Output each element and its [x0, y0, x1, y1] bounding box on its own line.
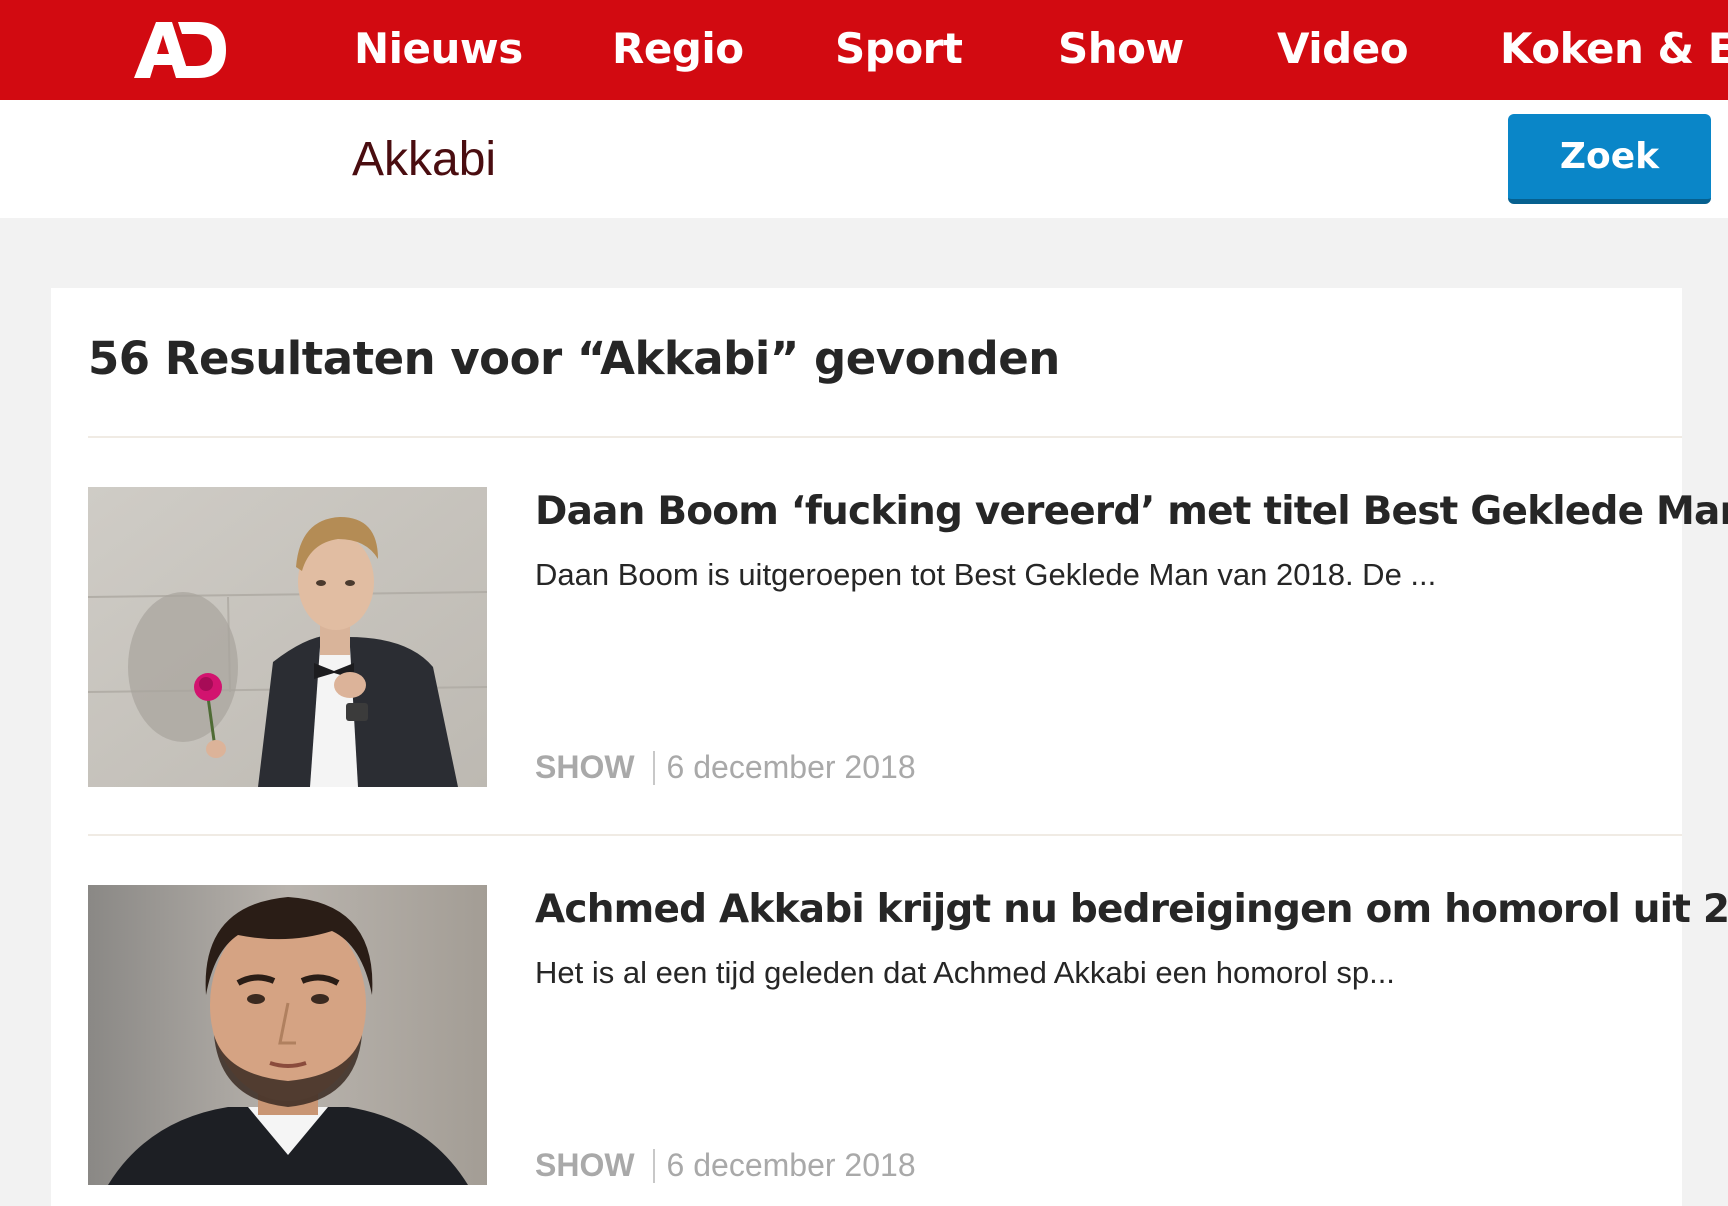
ad-logo-icon — [134, 22, 226, 78]
result-headline[interactable]: Achmed Akkabi krijgt nu bedreigingen om … — [535, 885, 1728, 935]
nav-item-nieuws[interactable]: Nieuws — [354, 0, 523, 100]
top-navigation: Nieuws Regio Sport Show Video Koken & Et… — [0, 0, 1728, 100]
result-date: 6 december 2018 — [666, 1147, 916, 1183]
result-headline[interactable]: Daan Boom ‘fucking vereerd’ met titel Be… — [535, 487, 1728, 537]
result-date: 6 december 2018 — [666, 749, 916, 785]
search-results: 56 Resultaten voor “Akkabi” gevonden Daa… — [51, 288, 1728, 1206]
photo-man-portrait-image — [88, 885, 487, 1185]
nav-item-regio[interactable]: Regio — [612, 0, 744, 100]
meta-separator — [652, 750, 655, 785]
result-thumbnail[interactable] — [88, 487, 487, 787]
nav-item-koken-en-eten[interactable]: Koken & Eten — [1500, 0, 1728, 100]
result-item[interactable]: Daan Boom ‘fucking vereerd’ met titel Be… — [88, 487, 1728, 787]
result-meta: SHOW 6 december 2018 — [535, 749, 916, 786]
search-bar: Zoek — [0, 100, 1728, 218]
result-item[interactable]: Achmed Akkabi krijgt nu bedreigingen om … — [88, 885, 1728, 1185]
ad-logo[interactable] — [132, 18, 228, 82]
result-summary: Daan Boom is uitgeroepen tot Best Gekled… — [535, 557, 1437, 592]
result-meta: SHOW 6 december 2018 — [535, 1147, 916, 1184]
divider — [88, 834, 1682, 836]
search-button[interactable]: Zoek — [1508, 114, 1711, 204]
result-section-label: SHOW — [535, 749, 635, 785]
nav-item-sport[interactable]: Sport — [835, 0, 963, 100]
divider — [88, 436, 1682, 438]
result-summary: Het is al een tijd geleden dat Achmed Ak… — [535, 955, 1395, 990]
photo-man-with-rose-image — [88, 487, 487, 787]
nav-item-show[interactable]: Show — [1058, 0, 1184, 100]
result-section-label: SHOW — [535, 1147, 635, 1183]
meta-separator — [652, 1148, 655, 1183]
search-input[interactable] — [352, 120, 1452, 198]
results-count-title: 56 Resultaten voor “Akkabi” gevonden — [88, 332, 1060, 385]
result-thumbnail[interactable] — [88, 885, 487, 1185]
nav-item-video[interactable]: Video — [1277, 0, 1409, 100]
